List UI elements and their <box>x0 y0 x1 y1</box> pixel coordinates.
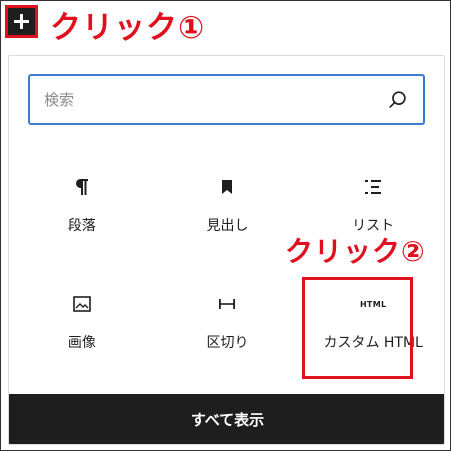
paragraph-icon <box>68 173 96 201</box>
search-icon[interactable] <box>387 89 409 111</box>
list-icon <box>359 173 387 201</box>
block-label: 段落 <box>67 218 96 234</box>
separator-icon <box>213 290 241 318</box>
highlight-box <box>302 277 413 379</box>
block-label: 画像 <box>67 335 96 351</box>
search-input[interactable] <box>44 90 387 109</box>
click-annotation-2: クリック② <box>285 235 426 268</box>
block-label: 見出し <box>206 218 249 234</box>
bookmark-icon <box>213 173 241 201</box>
block-separator[interactable]: 区切り <box>155 268 301 385</box>
block-heading[interactable]: 見出し <box>155 151 301 268</box>
block-image[interactable]: 画像 <box>9 268 155 385</box>
image-icon <box>68 290 96 318</box>
search-box[interactable] <box>28 74 425 125</box>
add-block-button[interactable] <box>5 5 38 38</box>
block-paragraph[interactable]: 段落 <box>9 151 155 268</box>
plus-icon <box>14 14 29 29</box>
click-annotation-1: クリック① <box>50 10 206 46</box>
block-label: 区切り <box>206 335 249 351</box>
show-all-button[interactable]: すべて表示 <box>9 394 444 444</box>
